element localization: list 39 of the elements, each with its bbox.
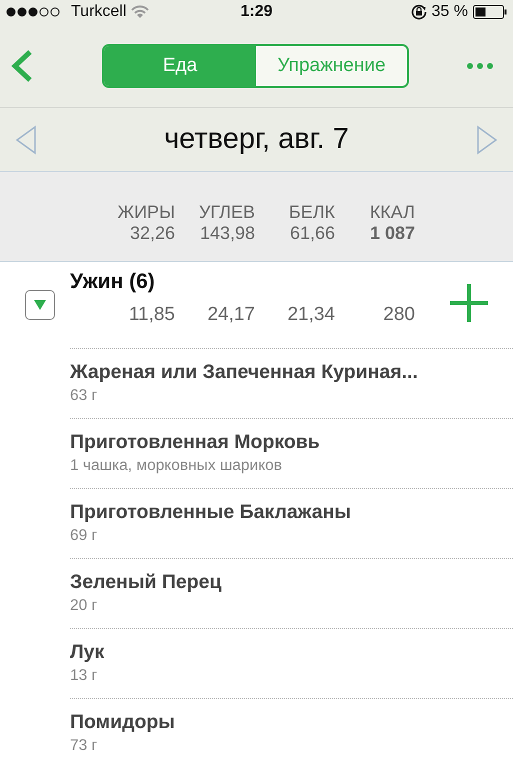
food-amount: 63 г: [70, 386, 98, 406]
food-name[interactable]: Лук: [70, 639, 104, 665]
more-icon[interactable]: [467, 62, 493, 68]
total-value: 1 087: [370, 223, 415, 244]
caret-icon: [34, 300, 46, 310]
meal-value: 24,17: [206, 304, 255, 326]
food-name[interactable]: Помидоры: [70, 709, 175, 735]
meal-value: 21,34: [286, 304, 335, 326]
meal-title: Ужин (6): [70, 270, 155, 294]
total-value: 61,66: [290, 223, 335, 244]
column-label: ЖИРЫ: [118, 202, 175, 223]
food-amount: 20 г: [70, 596, 98, 616]
battery-icon: [473, 5, 507, 19]
food-amount: 1 чашка, морковных шариков: [70, 456, 282, 476]
food-amount: 13 г: [70, 666, 98, 686]
expand-toggle[interactable]: [25, 290, 55, 320]
back-icon[interactable]: [10, 48, 34, 82]
battery-percent: 35 %: [432, 3, 468, 21]
carrier-name: Turkcell: [71, 3, 126, 21]
date-title: четверг, авг. 7: [163, 123, 350, 156]
meal-value: 280: [382, 304, 415, 326]
total-value: 32,26: [130, 223, 175, 244]
rotation-lock-icon: [410, 4, 427, 20]
clock-time: 1:29: [240, 3, 273, 20]
food-name[interactable]: Приготовленные Баклажаны: [70, 499, 352, 525]
next-day-icon[interactable]: [476, 124, 498, 154]
food-name[interactable]: Приготовленная Морковь: [70, 429, 320, 455]
wifi-icon: [131, 5, 150, 19]
meal-value: 11,85: [128, 304, 175, 326]
food-name[interactable]: Зеленый Перец: [70, 569, 222, 595]
total-value: 143,98: [200, 223, 255, 244]
previous-day-icon[interactable]: [15, 124, 37, 154]
food-amount: 69 г: [70, 526, 98, 546]
food-amount: 73 г: [70, 736, 98, 756]
column-label: ККАЛ: [370, 202, 415, 223]
column-label: БЕЛК: [288, 202, 335, 223]
food-name[interactable]: Жареная или Запеченная Куриная...: [70, 359, 418, 385]
add-icon[interactable]: [450, 284, 488, 322]
column-label: УГЛЕВ: [199, 202, 255, 223]
